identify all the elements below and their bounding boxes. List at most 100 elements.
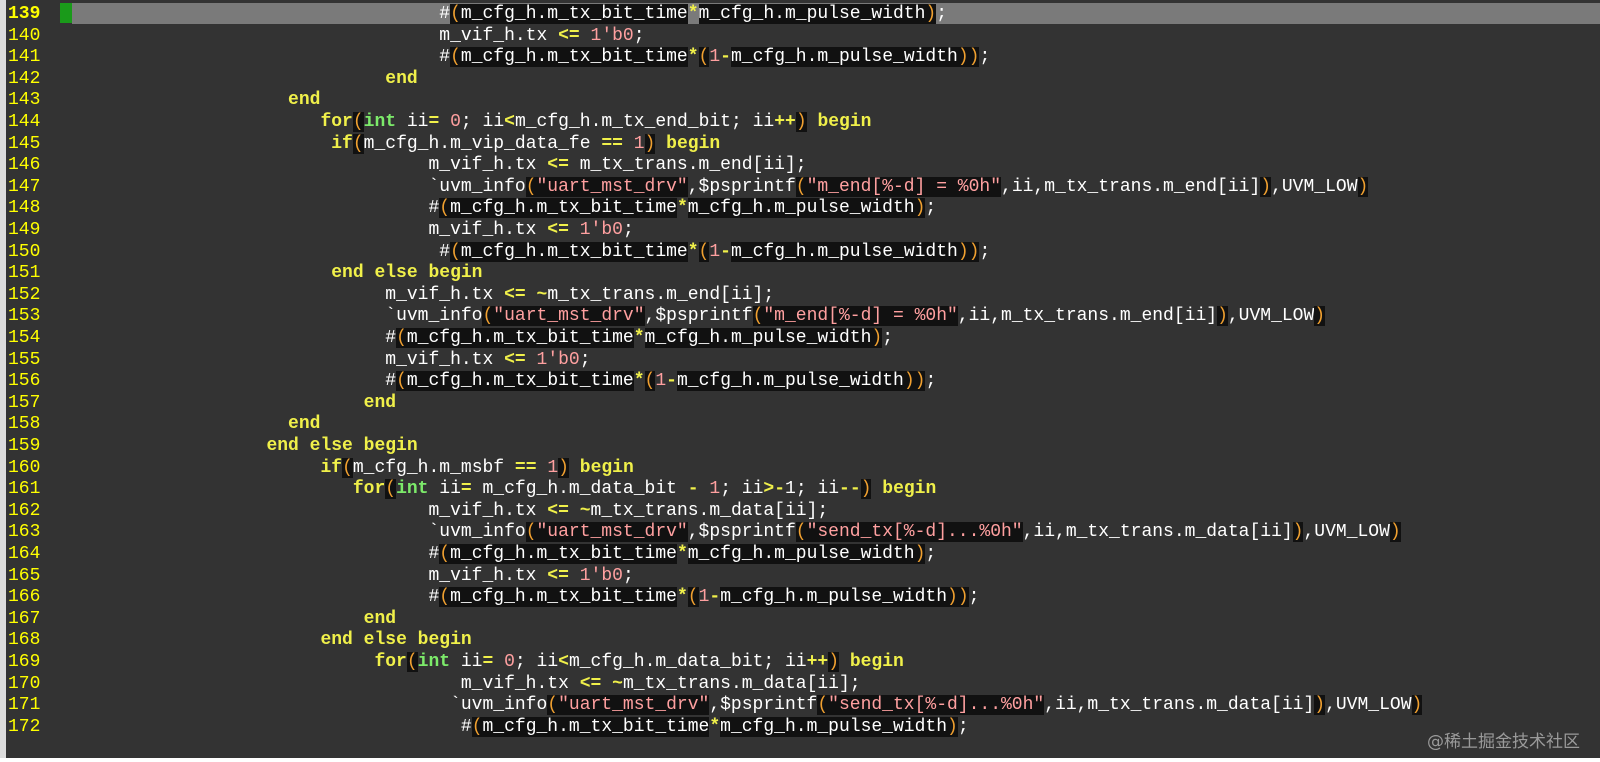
code-text[interactable]: end — [72, 413, 320, 435]
operator-token: ~ — [612, 673, 623, 694]
code-text[interactable]: `uvm_info("uart_mst_drv",$psprintf("send… — [72, 694, 1423, 716]
code-line[interactable]: 147 `uvm_info("uart_mst_drv",$psprintf("… — [0, 176, 1600, 198]
code-line[interactable]: 139 #(m_cfg_h.m_tx_bit_time*m_cfg_h.m_pu… — [0, 3, 1600, 25]
code-text[interactable]: #(m_cfg_h.m_tx_bit_time*m_cfg_h.m_pulse_… — [72, 543, 936, 565]
code-line[interactable]: 153 `uvm_info("uart_mst_drv",$psprintf("… — [0, 305, 1600, 327]
paren-token: ( — [396, 328, 407, 348]
code-token: ,$psprintf — [687, 176, 796, 197]
code-line[interactable]: 141 #(m_cfg_h.m_tx_bit_time*(1-m_cfg_h.m… — [0, 46, 1600, 68]
number-token: 1 — [633, 133, 645, 154]
paren-token: ( — [450, 4, 461, 24]
code-line[interactable]: 161 for(int ii= m_cfg_h.m_data_bit - 1; … — [0, 478, 1600, 500]
code-line[interactable]: 142 end — [0, 68, 1600, 90]
code-text[interactable]: #(m_cfg_h.m_tx_bit_time*(1-m_cfg_h.m_pul… — [72, 46, 990, 68]
code-line[interactable]: 170 m_vif_h.tx <= ~m_tx_trans.m_data[ii]… — [0, 673, 1600, 695]
code-line[interactable]: 157 end — [0, 392, 1600, 414]
code-text[interactable]: #(m_cfg_h.m_tx_bit_time*m_cfg_h.m_pulse_… — [72, 716, 969, 738]
code-text[interactable]: #(m_cfg_h.m_tx_bit_time*(1-m_cfg_h.m_pul… — [72, 586, 979, 608]
code-text[interactable]: m_vif_h.tx <= m_tx_trans.m_end[ii]; — [72, 154, 806, 176]
code-line[interactable]: 155 m_vif_h.tx <= 1'b0; — [0, 349, 1600, 371]
code-line[interactable]: 149 m_vif_h.tx <= 1'b0; — [0, 219, 1600, 241]
code-text[interactable]: end — [72, 89, 320, 111]
code-text[interactable]: m_vif_h.tx <= 1'b0; — [72, 349, 590, 371]
code-text[interactable]: end — [72, 608, 396, 630]
code-token: ; ii — [720, 479, 764, 500]
code-token: ; — [622, 220, 634, 240]
code-text[interactable]: end — [72, 68, 417, 90]
code-text[interactable]: m_vif_h.tx <= 1'b0; — [72, 565, 633, 587]
code-text[interactable]: `uvm_info("uart_mst_drv",$psprintf("m_en… — [72, 305, 1326, 327]
code-text[interactable]: m_vif_h.tx <= 1'b0; — [72, 25, 644, 47]
code-line[interactable]: 164 #(m_cfg_h.m_tx_bit_time*m_cfg_h.m_pu… — [0, 543, 1600, 565]
code-editor[interactable]: 139 #(m_cfg_h.m_tx_bit_time*m_cfg_h.m_pu… — [0, 0, 1600, 758]
identifier-token: m_cfg_h.m_tx_bit_time — [450, 544, 677, 564]
code-text[interactable]: m_vif_h.tx <= ~m_tx_trans.m_end[ii]; — [72, 284, 774, 306]
code-text[interactable]: m_vif_h.tx <= 1'b0; — [72, 219, 634, 241]
code-line[interactable]: 143 end — [0, 89, 1600, 111]
code-text[interactable]: #(m_cfg_h.m_tx_bit_time*m_cfg_h.m_pulse_… — [72, 327, 893, 349]
code-line[interactable]: 168 end else begin — [0, 629, 1600, 651]
paren-token: ( — [406, 652, 418, 672]
code-text[interactable]: end else begin — [72, 629, 471, 651]
code-line[interactable]: 152 m_vif_h.tx <= ~m_tx_trans.m_end[ii]; — [0, 284, 1600, 306]
code-text[interactable]: #(m_cfg_h.m_tx_bit_time*m_cfg_h.m_pulse_… — [72, 197, 936, 219]
code-line[interactable]: 166 #(m_cfg_h.m_tx_bit_time*(1-m_cfg_h.m… — [0, 586, 1600, 608]
code-text[interactable]: if(m_cfg_h.m_msbf == 1) begin — [72, 457, 634, 479]
code-text[interactable]: #(m_cfg_h.m_tx_bit_time*(1-m_cfg_h.m_pul… — [72, 370, 936, 392]
code-text[interactable]: if(m_cfg_h.m_vip_data_fe == 1) begin — [72, 133, 720, 155]
code-text[interactable]: for(int ii= 0; ii<m_cfg_h.m_data_bit; ii… — [72, 651, 904, 673]
code-line[interactable]: 160 if(m_cfg_h.m_msbf == 1) begin — [0, 457, 1600, 479]
string-token: "uart_mst_drv" — [558, 695, 710, 716]
code-text[interactable]: end else begin — [72, 262, 482, 284]
code-text[interactable]: `uvm_info("uart_mst_drv",$psprintf("send… — [72, 521, 1401, 543]
code-line[interactable]: 165 m_vif_h.tx <= 1'b0; — [0, 565, 1600, 587]
code-text[interactable]: m_vif_h.tx <= ~m_tx_trans.m_data[ii]; — [72, 673, 861, 695]
code-line[interactable]: 163 `uvm_info("uart_mst_drv",$psprintf("… — [0, 521, 1600, 543]
code-text[interactable]: end else begin — [72, 435, 417, 457]
code-token: ; — [882, 328, 894, 348]
string-token: "send_tx[%-d]...%0h" — [828, 695, 1045, 716]
code-token: ii — [450, 652, 483, 672]
paren-token: ( — [439, 198, 451, 219]
code-line[interactable]: 159 end else begin — [0, 435, 1600, 457]
code-line[interactable]: 167 end — [0, 608, 1600, 630]
paren-token: ( — [644, 371, 656, 392]
code-text[interactable]: `uvm_info("uart_mst_drv",$psprintf("m_en… — [72, 176, 1369, 198]
code-text[interactable]: for(int ii= m_cfg_h.m_data_bit - 1; ii>-… — [72, 478, 936, 500]
code-text[interactable]: m_vif_h.tx <= ~m_tx_trans.m_data[ii]; — [72, 500, 828, 522]
code-text[interactable]: #(m_cfg_h.m_tx_bit_time*(1-m_cfg_h.m_pul… — [72, 241, 990, 263]
operator-token: -- — [839, 479, 861, 500]
code-line[interactable]: 151 end else begin — [0, 262, 1600, 284]
code-line[interactable]: 144 for(int ii= 0; ii<m_cfg_h.m_tx_end_b… — [0, 111, 1600, 133]
code-line[interactable]: 171 `uvm_info("uart_mst_drv",$psprintf("… — [0, 694, 1600, 716]
code-line[interactable]: 156 #(m_cfg_h.m_tx_bit_time*(1-m_cfg_h.m… — [0, 370, 1600, 392]
code-token: m_vif_h.tx — [428, 565, 548, 586]
code-text[interactable]: for(int ii= 0; ii<m_cfg_h.m_tx_end_bit; … — [72, 111, 871, 133]
code-line[interactable]: 140 m_vif_h.tx <= 1'b0; — [0, 25, 1600, 47]
operator-token: * — [709, 716, 721, 737]
code-text[interactable]: #(m_cfg_h.m_tx_bit_time*m_cfg_h.m_pulse_… — [72, 3, 947, 25]
code-line[interactable]: 146 m_vif_h.tx <= m_tx_trans.m_end[ii]; — [0, 154, 1600, 176]
code-line[interactable]: 158 end — [0, 413, 1600, 435]
code-line[interactable]: 150 #(m_cfg_h.m_tx_bit_time*(1-m_cfg_h.m… — [0, 241, 1600, 263]
code-line[interactable]: 169 for(int ii= 0; ii<m_cfg_h.m_data_bit… — [0, 651, 1600, 673]
code-line[interactable]: 162 m_vif_h.tx <= ~m_tx_trans.m_data[ii]… — [0, 500, 1600, 522]
code-token: m_cfg_h.m_data_bit; ii — [568, 652, 807, 672]
code-line[interactable]: 154 #(m_cfg_h.m_tx_bit_time*m_cfg_h.m_pu… — [0, 327, 1600, 349]
code-line[interactable]: 145 if(m_cfg_h.m_vip_data_fe == 1) begin — [0, 133, 1600, 155]
code-text[interactable]: end — [72, 392, 396, 414]
identifier-token: m_cfg_h.m_pulse_width — [720, 587, 948, 608]
code-line[interactable]: 172 #(m_cfg_h.m_tx_bit_time*m_cfg_h.m_pu… — [0, 716, 1600, 738]
identifier-token: m_cfg_h.m_tx_bit_time — [450, 587, 677, 608]
code-line[interactable]: 148 #(m_cfg_h.m_tx_bit_time*m_cfg_h.m_pu… — [0, 197, 1600, 219]
